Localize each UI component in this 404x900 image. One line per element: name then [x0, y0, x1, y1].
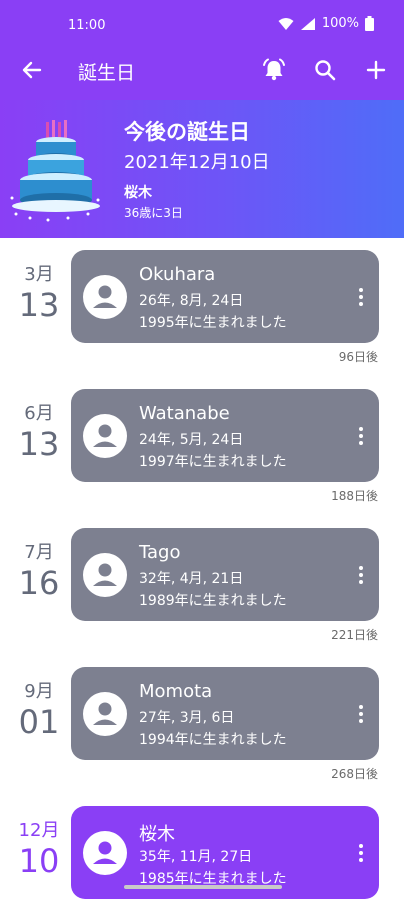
- battery-icon: [365, 16, 374, 31]
- more-vertical-icon[interactable]: [353, 425, 369, 447]
- birthday-age: 35年, 11月, 27日: [139, 849, 253, 865]
- signal-icon: [300, 17, 315, 30]
- more-vertical-icon[interactable]: [353, 286, 369, 308]
- birthday-row: 3月 13 Okuhara 26年, 8月, 24日 1995年に生まれました …: [0, 250, 404, 370]
- birthday-day: 13: [18, 425, 60, 463]
- birthday-month: 12月: [18, 820, 60, 841]
- birthday-month: 7月: [24, 542, 54, 563]
- upcoming-birthday-header: 今後の誕生日 2021年12月10日 桜木 36歳に3日: [0, 100, 404, 238]
- birthday-name: Tago: [139, 542, 181, 563]
- more-vertical-icon[interactable]: [353, 703, 369, 725]
- person-icon: [83, 414, 127, 458]
- header-date: 2021年12月10日: [124, 152, 270, 173]
- birthday-row: 6月 13 Watanabe 24年, 5月, 24日 1997年に生まれました…: [0, 389, 404, 509]
- birthday-day: 01: [18, 703, 60, 741]
- top-bar: 11:00 100% 誕生日: [0, 0, 404, 100]
- birthday-date: 9月 01: [14, 677, 64, 741]
- days-until: 188日後: [331, 489, 378, 503]
- days-until: 221日後: [331, 628, 378, 642]
- birthday-row: 7月 16 Tago 32年, 4月, 21日 1989年に生まれました 221…: [0, 528, 404, 648]
- birthday-card[interactable]: Okuhara 26年, 8月, 24日 1995年に生まれました: [71, 250, 379, 343]
- battery-percent: 100%: [321, 16, 359, 31]
- birthday-born: 1989年に生まれました: [139, 593, 287, 609]
- birthday-row: 9月 01 Momota 27年, 3月, 6日 1994年に生まれました 26…: [0, 667, 404, 787]
- person-icon: [83, 831, 127, 875]
- add-plus-icon[interactable]: [362, 56, 390, 84]
- header-title: 今後の誕生日: [124, 120, 250, 144]
- days-until: 268日後: [331, 767, 378, 781]
- birthday-age: 27年, 3月, 6日: [139, 710, 235, 726]
- birthday-card[interactable]: Momota 27年, 3月, 6日 1994年に生まれました: [71, 667, 379, 760]
- alarm-bell-icon[interactable]: [260, 56, 288, 84]
- days-until: 96日後: [338, 350, 378, 364]
- birthday-name: Watanabe: [139, 403, 230, 424]
- status-icons: 100%: [278, 16, 374, 31]
- birthday-age: 32年, 4月, 21日: [139, 571, 244, 587]
- more-vertical-icon[interactable]: [353, 842, 369, 864]
- birthday-day: 10: [18, 842, 60, 880]
- birthday-card[interactable]: Watanabe 24年, 5月, 24日 1997年に生まれました: [71, 389, 379, 482]
- birthday-age: 24年, 5月, 24日: [139, 432, 244, 448]
- wifi-icon: [278, 17, 294, 30]
- birthday-name: Okuhara: [139, 264, 216, 285]
- app-title: 誕生日: [78, 62, 136, 84]
- birthday-date: 7月 16: [14, 538, 64, 602]
- birthday-day: 16: [18, 564, 60, 602]
- header-age: 36歳に3日: [124, 206, 183, 220]
- birthday-date: 12月 10: [14, 816, 64, 880]
- birthday-date: 6月 13: [14, 399, 64, 463]
- header-name: 桜木: [124, 185, 152, 201]
- birthday-day: 13: [18, 286, 60, 324]
- birthday-born: 1995年に生まれました: [139, 315, 287, 331]
- person-icon: [83, 553, 127, 597]
- birthday-cake-icon: [10, 120, 100, 222]
- more-vertical-icon[interactable]: [353, 564, 369, 586]
- search-icon[interactable]: [311, 56, 339, 84]
- birthday-born: 1997年に生まれました: [139, 454, 287, 470]
- birthday-name: 桜木: [139, 824, 175, 845]
- person-icon: [83, 692, 127, 736]
- birthday-month: 6月: [24, 403, 54, 424]
- birthday-age: 26年, 8月, 24日: [139, 293, 244, 309]
- birthday-date: 3月 13: [14, 260, 64, 324]
- birthday-name: Momota: [139, 681, 213, 702]
- gesture-nav-bar[interactable]: [124, 885, 282, 889]
- back-arrow-icon[interactable]: [18, 56, 46, 84]
- app-bar: 誕生日: [0, 52, 404, 92]
- person-icon: [83, 275, 127, 319]
- status-time: 11:00: [68, 18, 106, 33]
- birthday-month: 9月: [24, 681, 54, 702]
- birthday-month: 3月: [24, 264, 54, 285]
- status-bar: 11:00 100%: [0, 0, 404, 52]
- birthday-born: 1994年に生まれました: [139, 732, 287, 748]
- birthday-card[interactable]: Tago 32年, 4月, 21日 1989年に生まれました: [71, 528, 379, 621]
